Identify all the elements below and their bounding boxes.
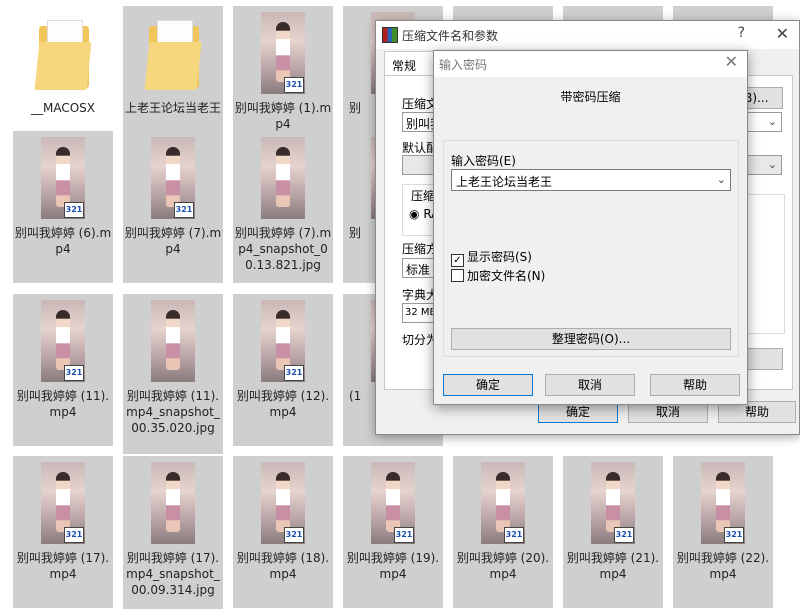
radio-selected-icon: ◉ (409, 207, 420, 221)
media-player-badge-icon: 321 (614, 527, 634, 543)
close-icon[interactable]: ✕ (725, 52, 738, 71)
media-player-badge-icon: 321 (174, 202, 194, 218)
password-help-button[interactable]: 帮助 (650, 374, 740, 396)
video-thumbnail: 321 (261, 300, 305, 382)
show-password-label: 显示密码(S) (467, 250, 532, 264)
password-dialog-title-bar[interactable]: 输入密码 ✕ (434, 51, 747, 77)
file-name: 别叫我婷婷 (17).mp4 (16, 551, 110, 581)
folder-icon (34, 20, 92, 90)
set-password-button[interactable] (745, 348, 783, 370)
video-item[interactable]: 321 别叫我婷婷 (12).mp4 (233, 294, 333, 446)
image-thumbnail (151, 462, 195, 544)
file-name: 上老王论坛当老王 (124, 101, 221, 115)
video-item[interactable]: 321 别叫我婷婷 (21).mp4 (563, 456, 663, 608)
password-ok-button[interactable]: 确定 (443, 374, 533, 396)
show-password-checkbox[interactable]: ✓ 显示密码(S) (451, 248, 532, 267)
password-cancel-button[interactable]: 取消 (545, 374, 635, 396)
media-player-badge-icon: 321 (64, 202, 84, 218)
encrypt-filenames-checkbox[interactable]: 加密文件名(N) (451, 267, 545, 284)
video-item[interactable]: 321 别叫我婷婷 (22).mp4 (673, 456, 773, 608)
tab-label: 常规 (392, 59, 417, 73)
dictionary-value: 32 MB (405, 307, 437, 318)
media-player-badge-icon: 321 (64, 527, 84, 543)
password-label: 输入密码(E) (451, 154, 516, 168)
video-thumbnail: 321 (41, 462, 85, 544)
password-input[interactable]: 上老王论坛当老王 ⌄ (451, 169, 731, 191)
password-value: 上老王论坛当老王 (456, 175, 553, 189)
media-player-badge-icon: 321 (394, 527, 414, 543)
encrypt-filenames-label: 加密文件名(N) (467, 269, 546, 283)
file-name: 别叫我婷婷 (7).mp4_snapshot_00.13.821.jpg (234, 226, 332, 272)
video-item[interactable]: 321 别叫我婷婷 (6).mp4 (13, 131, 113, 283)
winrar-app-icon (382, 27, 398, 43)
file-name: 别叫我婷婷 (22).mp4 (676, 551, 770, 581)
file-name: 别叫我婷婷 (6).mp4 (14, 226, 112, 256)
image-item[interactable]: 别叫我婷婷 (11).mp4_snapshot_00.35.020.jpg (123, 294, 223, 454)
dialog-title: 压缩文件名和参数 (402, 29, 499, 43)
file-name: 别叫我婷婷 (7).mp4 (124, 226, 222, 256)
checkbox-unchecked-icon (451, 269, 464, 282)
media-player-badge-icon: 321 (724, 527, 744, 543)
image-thumbnail (151, 300, 195, 382)
image-item[interactable]: 别叫我婷婷 (7).mp4_snapshot_00.13.821.jpg (233, 131, 333, 283)
file-name: 别叫我婷婷 (17).mp4_snapshot_00.09.314.jpg (126, 551, 220, 597)
video-thumbnail: 321 (371, 462, 415, 544)
file-name: __MACOSX (30, 101, 95, 115)
media-player-badge-icon: 321 (64, 365, 84, 381)
video-thumbnail: 321 (261, 12, 305, 94)
video-item[interactable]: 321 别叫我婷婷 (19).mp4 (343, 456, 443, 608)
password-dialog-title: 输入密码 (439, 58, 488, 72)
format-label: 压缩 (411, 189, 436, 203)
tab-general[interactable]: 常规 (384, 51, 434, 76)
video-thumbnail: 321 (591, 462, 635, 544)
media-player-badge-icon: 321 (284, 527, 304, 543)
media-player-badge-icon: 321 (284, 77, 304, 93)
video-thumbnail: 321 (701, 462, 745, 544)
password-dialog-heading: 带密码压缩 (560, 90, 621, 104)
video-thumbnail: 321 (151, 137, 195, 219)
video-thumbnail: 321 (261, 462, 305, 544)
dialog-title-bar[interactable]: 压缩文件名和参数 ? ✕ (376, 21, 799, 49)
file-name: 别叫我婷婷 (20).mp4 (456, 551, 550, 581)
file-name: 别叫我婷婷 (11).mp4_snapshot_00.35.020.jpg (126, 389, 220, 435)
video-thumbnail: 321 (41, 137, 85, 219)
file-name: 别叫我婷婷 (11).mp4 (16, 389, 110, 419)
checkbox-checked-icon: ✓ (451, 254, 464, 267)
folder-icon (144, 20, 202, 90)
organize-passwords-button[interactable]: 整理密码(O)... (451, 328, 731, 350)
chevron-down-icon: ⌄ (767, 115, 777, 128)
file-name: 别叫我婷婷 (12).mp4 (236, 389, 330, 419)
video-thumbnail: 321 (481, 462, 525, 544)
video-item[interactable]: 321 别叫我婷婷 (17).mp4 (13, 456, 113, 608)
video-item[interactable]: 321 别叫我婷婷 (11).mp4 (13, 294, 113, 446)
file-name: 别叫我婷婷 (1).mp4 (234, 101, 332, 131)
media-player-badge-icon: 321 (284, 365, 304, 381)
media-player-badge-icon: 321 (504, 527, 524, 543)
options-list[interactable] (745, 194, 785, 334)
video-item[interactable]: 321 别叫我婷婷 (18).mp4 (233, 456, 333, 608)
video-item[interactable]: 321 别叫我婷婷 (20).mp4 (453, 456, 553, 608)
video-item[interactable]: 321 别叫我婷婷 (7).mp4 (123, 131, 223, 283)
chevron-down-icon: ⌄ (767, 158, 777, 171)
file-name: 别叫我婷婷 (19).mp4 (346, 551, 440, 581)
file-name: 别叫我婷婷 (21).mp4 (566, 551, 660, 581)
video-thumbnail: 321 (41, 300, 85, 382)
close-icon[interactable]: ✕ (776, 24, 789, 43)
enter-password-dialog: 输入密码 ✕ 带密码压缩 输入密码(E) 上老王论坛当老王 ⌄ ✓ 显示密码(S)… (433, 50, 748, 405)
chevron-down-icon[interactable]: ⌄ (717, 173, 726, 186)
help-icon[interactable]: ? (738, 25, 745, 41)
method-value: 标准 (406, 263, 431, 277)
image-item[interactable]: 别叫我婷婷 (17).mp4_snapshot_00.09.314.jpg (123, 456, 223, 609)
file-name: 别叫我婷婷 (18).mp4 (236, 551, 330, 581)
image-thumbnail (261, 137, 305, 219)
